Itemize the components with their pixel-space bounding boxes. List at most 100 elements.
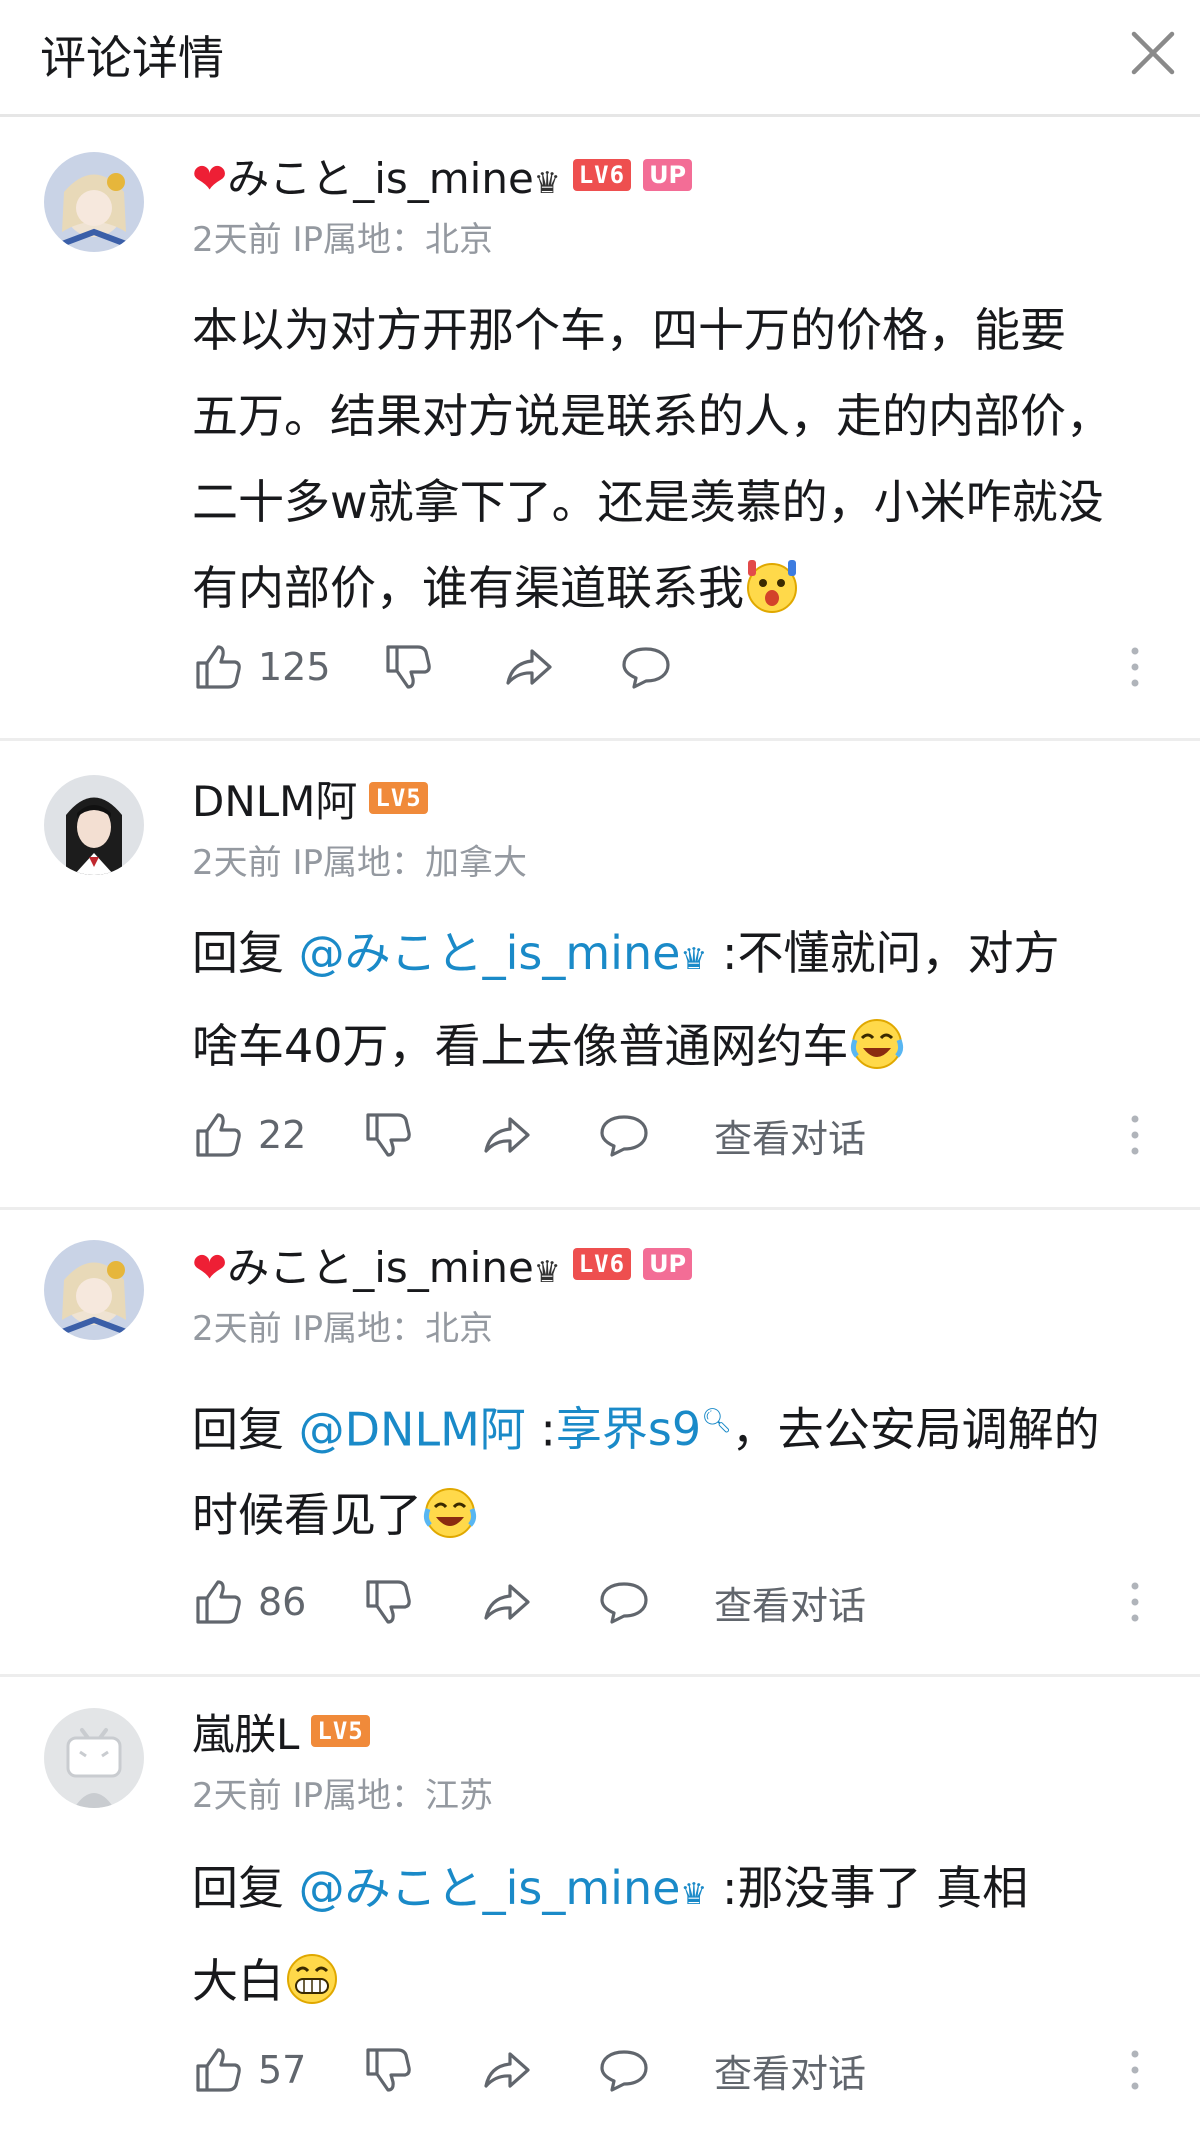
comment-body: 回复 @みこと_is_mine♛ :那没事了 真相 大白 bbox=[192, 1845, 1172, 2024]
search-link[interactable]: 享界s9🔍︎ bbox=[556, 1402, 732, 1456]
comment-meta: 2天前 IP属地：加拿大 bbox=[192, 843, 527, 883]
like-button[interactable]: 22 bbox=[192, 1105, 306, 1165]
comment-line: 回复 @みこと_is_mine♛ :那没事了 真相 bbox=[192, 1861, 1029, 1915]
search-icon: 🔍︎ bbox=[701, 1407, 732, 1435]
comment-author-row: DNLM阿 LV5 bbox=[192, 770, 428, 826]
comment-actions: 125 bbox=[192, 637, 1172, 697]
dislike-button[interactable] bbox=[382, 637, 434, 697]
shocked-emoji-icon bbox=[744, 555, 800, 613]
thumbs-up-icon bbox=[196, 2048, 241, 2092]
thumbs-up-icon bbox=[196, 645, 241, 689]
laughing-crying-emoji-icon bbox=[422, 1482, 478, 1539]
comment-bubble-icon bbox=[600, 1582, 648, 1624]
heart-icon: ❤ bbox=[192, 1242, 228, 1292]
comment-body: 回复 @DNLM阿 :享界s9🔍︎，去公安局调解的 时候看见了 bbox=[192, 1378, 1172, 1558]
laughing-crying-emoji-icon bbox=[849, 1013, 905, 1069]
crown-icon: ♛ bbox=[680, 1877, 708, 1912]
comment-line: 回复 @DNLM阿 :享界s9🔍︎，去公安局调解的 bbox=[192, 1402, 1100, 1457]
mention-link[interactable]: @みこと_is_mine♛ bbox=[299, 1861, 708, 1915]
comment-line: 有内部价，谁有渠道联系我 bbox=[192, 545, 1172, 631]
username[interactable]: ❤みこと_is_mine♛ bbox=[192, 145, 561, 206]
avatar[interactable] bbox=[44, 1240, 144, 1340]
comment-meta: 2天前 IP属地：江苏 bbox=[192, 1776, 493, 1816]
level-badge: LV6 bbox=[572, 1248, 632, 1280]
more-vertical-icon[interactable] bbox=[1127, 643, 1143, 691]
up-badge: UP bbox=[643, 1248, 693, 1280]
view-conversation-link[interactable]: 查看对话 bbox=[714, 1572, 866, 1632]
heart-icon: ❤ bbox=[192, 153, 228, 203]
mention-link[interactable]: @みこと_is_mine♛ bbox=[299, 926, 708, 980]
reply-button[interactable] bbox=[598, 1572, 650, 1632]
page-title: 评论详情 bbox=[40, 31, 224, 85]
comment-bubble-icon bbox=[600, 1115, 648, 1157]
more-vertical-icon[interactable] bbox=[1127, 1578, 1143, 1626]
username[interactable]: DNLM阿 bbox=[192, 768, 357, 829]
like-button[interactable]: 86 bbox=[192, 1572, 306, 1632]
thumbs-down-icon bbox=[366, 2048, 411, 2092]
comment-line: 二十多w就拿下了。还是羡慕的，小米咋就没 bbox=[192, 475, 1104, 529]
reply-button[interactable] bbox=[598, 2040, 650, 2100]
crown-icon: ♛ bbox=[533, 1254, 561, 1290]
share-button[interactable] bbox=[480, 1572, 532, 1632]
comment-line: 本以为对方开那个车，四十万的价格，能要 bbox=[192, 303, 1066, 357]
view-conversation-link[interactable]: 查看对话 bbox=[714, 1105, 866, 1165]
divider bbox=[0, 1674, 1200, 1677]
mention-link[interactable]: @DNLM阿 bbox=[299, 1402, 526, 1456]
reply-button[interactable] bbox=[620, 637, 672, 697]
comment-meta: 2天前 IP属地：北京 bbox=[192, 220, 493, 260]
dislike-button[interactable] bbox=[362, 1105, 414, 1165]
view-conversation-link[interactable]: 查看对话 bbox=[714, 2040, 866, 2100]
comment-bubble-icon bbox=[622, 647, 670, 689]
username[interactable]: 嵐朕L bbox=[192, 1701, 299, 1762]
more-vertical-icon[interactable] bbox=[1127, 1111, 1143, 1159]
level-badge: LV6 bbox=[572, 159, 632, 191]
share-icon bbox=[484, 1117, 530, 1153]
crown-icon: ♛ bbox=[533, 165, 561, 201]
thumbs-up-icon bbox=[196, 1113, 241, 1157]
comment-actions: 22 查看对话 bbox=[192, 1105, 1172, 1165]
crown-icon: ♛ bbox=[680, 942, 708, 977]
avatar[interactable] bbox=[44, 775, 144, 875]
like-count: 125 bbox=[258, 645, 331, 689]
divider bbox=[0, 738, 1200, 741]
close-button[interactable] bbox=[1122, 22, 1184, 84]
comment-line: 啥车40万，看上去像普通网约车 bbox=[192, 1003, 1172, 1089]
anime-girl-avatar-icon bbox=[44, 152, 144, 252]
like-count: 22 bbox=[258, 1113, 307, 1157]
up-badge: UP bbox=[643, 159, 693, 191]
more-vertical-icon[interactable] bbox=[1127, 2046, 1143, 2094]
comment-actions: 86 查看对话 bbox=[192, 1572, 1172, 1632]
dislike-button[interactable] bbox=[362, 1572, 414, 1632]
avatar[interactable] bbox=[44, 1708, 144, 1808]
page-header: 评论详情 bbox=[0, 0, 1200, 117]
share-icon bbox=[484, 2052, 530, 2088]
thumbs-up-icon bbox=[196, 1580, 241, 1624]
like-button[interactable]: 125 bbox=[192, 637, 331, 697]
comment-actions: 57 查看对话 bbox=[192, 2040, 1172, 2100]
close-icon bbox=[1131, 31, 1175, 75]
grinning-emoji-icon bbox=[284, 1948, 340, 2004]
avatar[interactable] bbox=[44, 152, 144, 252]
comment-line: 回复 @みこと_is_mine♛ :不懂就问，对方 bbox=[192, 926, 1060, 980]
anime-girl-avatar-icon bbox=[44, 1240, 144, 1340]
divider bbox=[0, 1207, 1200, 1210]
share-button[interactable] bbox=[502, 637, 554, 697]
comment-author-row: 嵐朕L LV5 bbox=[192, 1703, 370, 1759]
comment-meta: 2天前 IP属地：北京 bbox=[192, 1309, 493, 1349]
username[interactable]: ❤みこと_is_mine♛ bbox=[192, 1234, 561, 1295]
thumbs-down-icon bbox=[386, 645, 431, 689]
level-badge: LV5 bbox=[311, 1715, 370, 1747]
comment-line: 大白 bbox=[192, 1938, 1172, 2024]
reply-button[interactable] bbox=[598, 1105, 650, 1165]
comment-author-row: ❤みこと_is_mine♛ LV6 UP bbox=[192, 145, 693, 206]
share-button[interactable] bbox=[480, 2040, 532, 2100]
share-button[interactable] bbox=[480, 1105, 532, 1165]
girl-photo-avatar-icon bbox=[44, 775, 144, 875]
like-count: 86 bbox=[258, 1580, 307, 1624]
dislike-button[interactable] bbox=[362, 2040, 414, 2100]
thumbs-down-icon bbox=[366, 1580, 411, 1624]
share-icon bbox=[484, 1584, 530, 1620]
like-button[interactable]: 57 bbox=[192, 2040, 306, 2100]
thumbs-down-icon bbox=[366, 1113, 411, 1157]
comment-body: 回复 @みこと_is_mine♛ :不懂就问，对方 啥车40万，看上去像普通网约… bbox=[192, 910, 1172, 1089]
